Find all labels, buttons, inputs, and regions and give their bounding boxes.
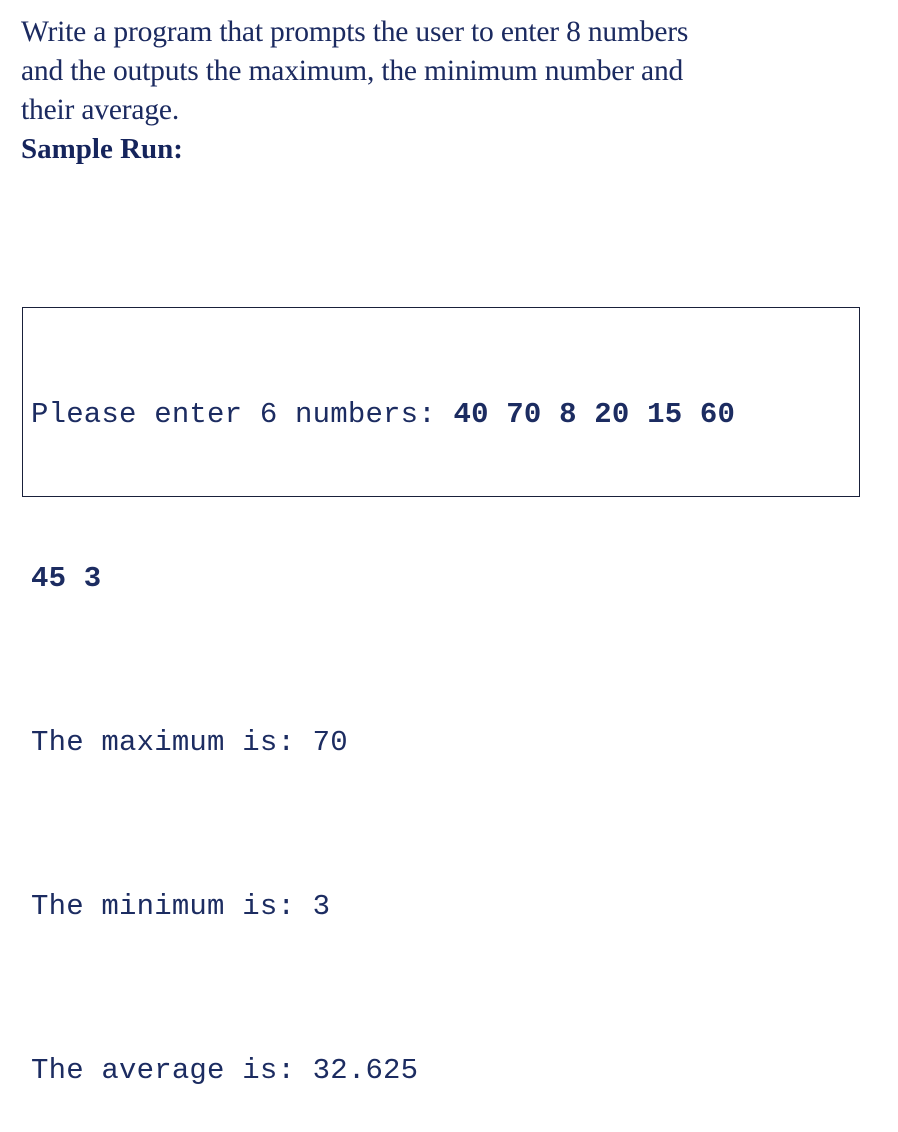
console-user-input-1: 40 70 8 20 15 60 [453,398,736,431]
console-user-input-2: 45 3 [31,562,102,595]
console-line-maximum: The maximum is: 70 [31,722,891,763]
question-line-2: and the outputs the maximum, the minimum… [21,54,684,87]
question-prompt-block: Write a program that prompts the user to… [21,12,831,169]
console-line-prompt-and-input: Please enter 6 numbers: 40 70 8 20 15 60 [31,394,891,435]
console-static-text-5: The average is: 32.625 [31,1054,419,1087]
console-static-text-4: The minimum is: 3 [31,890,331,923]
question-line-3: their average. [21,93,180,126]
sample-run-label: Sample Run: [21,133,183,165]
console-line-average: The average is: 32.625 [31,1050,891,1091]
console-static-text-3: The maximum is: 70 [31,726,348,759]
question-line-1: Write a program that prompts the user to… [21,15,689,48]
console-line-input-wrap: 45 3 [31,558,891,599]
console-line-minimum: The minimum is: 3 [31,886,891,927]
console-static-text-1: Please enter 6 numbers: [31,398,454,431]
console-output-text: Please enter 6 numbers: 40 70 8 20 15 60… [31,312,891,1132]
